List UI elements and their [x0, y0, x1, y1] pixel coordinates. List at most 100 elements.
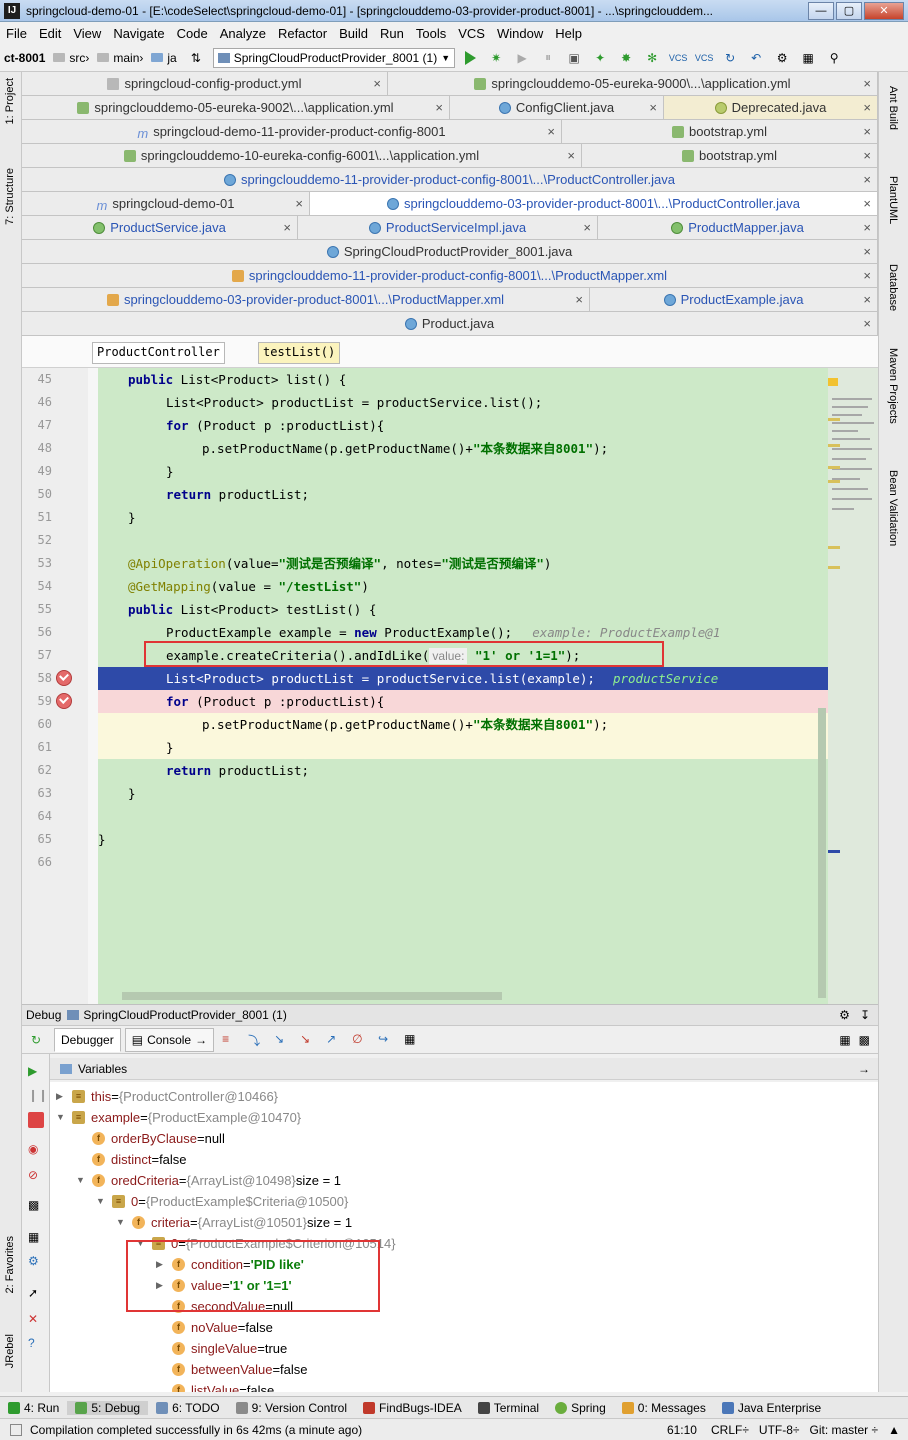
tab-debugger[interactable]: Debugger	[54, 1027, 121, 1052]
close-icon[interactable]: ×	[863, 148, 871, 163]
tab-8001-productcontroller-active[interactable]: springclouddemo-03-provider-product-8001…	[310, 192, 878, 215]
tree-node[interactable]: ▶ ≡ this = {ProductController@10466}	[56, 1086, 278, 1107]
close-icon[interactable]: ×	[295, 196, 303, 211]
close-button[interactable]: ✕	[864, 1, 904, 20]
tool-debug[interactable]: 5: Debug	[67, 1400, 149, 1415]
tool-spring[interactable]: Spring	[547, 1401, 614, 1415]
tool-messages[interactable]: 0: Messages	[614, 1401, 714, 1415]
show-execution-point-icon[interactable]: ≡	[222, 1032, 240, 1048]
close-icon[interactable]: ×	[863, 172, 871, 187]
tree-node[interactable]: f distinct = false	[76, 1149, 187, 1170]
tool-bean-validation[interactable]: Bean Validation	[887, 470, 899, 546]
history-icon[interactable]: ↻	[719, 48, 741, 68]
tab-bootstrap-yml-2[interactable]: bootstrap.yml ×	[582, 144, 878, 167]
close-icon[interactable]: ×	[863, 76, 871, 91]
camera-icon[interactable]: ▩	[28, 1198, 44, 1214]
tool-database[interactable]: Database	[887, 264, 899, 311]
close-icon[interactable]: ×	[283, 220, 291, 235]
menu-view[interactable]: View	[67, 26, 107, 41]
close-icon[interactable]: ×	[863, 124, 871, 139]
tree-node[interactable]: f singleValue = true	[156, 1338, 287, 1359]
menu-refactor[interactable]: Refactor	[272, 26, 333, 41]
evaluate-icon[interactable]: ▦	[404, 1032, 422, 1048]
gear-icon[interactable]: ⚙	[839, 1008, 850, 1022]
close-icon[interactable]: ×	[863, 316, 871, 331]
menu-window[interactable]: Window	[491, 26, 549, 41]
stop-icon[interactable]: ▣	[563, 48, 585, 68]
resume-icon[interactable]: ▶	[28, 1064, 44, 1080]
view-breakpoints-icon[interactable]: ◉	[28, 1142, 44, 1158]
menu-vcs[interactable]: VCS	[452, 26, 491, 41]
sort-icon[interactable]: ⇅	[185, 48, 207, 68]
force-step-into-icon[interactable]: ↘	[300, 1032, 318, 1048]
close-icon[interactable]: ×	[649, 100, 657, 115]
nav-java[interactable]: ja	[147, 51, 180, 65]
tab-springcloud-demo-01[interactable]: m springcloud-demo-01 ×	[22, 192, 310, 215]
close-icon[interactable]: ✕	[28, 1312, 44, 1328]
fold-gutter[interactable]	[88, 368, 98, 1004]
close-icon[interactable]: ×	[435, 100, 443, 115]
line-separator[interactable]: CRLF÷	[711, 1423, 749, 1437]
help-icon[interactable]: ?	[28, 1336, 44, 1352]
settings-icon[interactable]: ⚙	[28, 1254, 44, 1270]
close-icon[interactable]: ×	[863, 268, 871, 283]
menu-help[interactable]: Help	[549, 26, 588, 41]
vcs-update-icon[interactable]: VCS	[667, 48, 689, 68]
tool-structure[interactable]: 7: Structure	[4, 168, 16, 225]
vertical-scrollbar-thumb[interactable]	[818, 708, 826, 998]
vcs-commit-icon[interactable]: VCS	[693, 48, 715, 68]
tool-jrebel[interactable]: JRebel	[4, 1334, 16, 1368]
crumb-productcontroller[interactable]: ProductController	[92, 342, 225, 364]
tab-productserviceimpl-java[interactable]: ProductServiceImpl.java ×	[298, 216, 598, 239]
menu-run[interactable]: Run	[374, 26, 410, 41]
nav-module[interactable]: ct-8001	[0, 51, 49, 65]
step-into-icon[interactable]: ↘	[274, 1032, 292, 1048]
tree-node[interactable]: ▼ f oredCriteria = {ArrayList@10498} size …	[76, 1170, 341, 1191]
coverage-icon[interactable]: ▶	[511, 48, 533, 68]
git-branch[interactable]: Git: master ÷	[810, 1423, 879, 1437]
tree-node[interactable]: ▼ f criteria = {ArrayList@10501} size = 1	[116, 1212, 352, 1233]
tab-eureka-config-6001-application-yml[interactable]: springclouddemo-10-eureka-config-6001\..…	[22, 144, 582, 167]
mute-breakpoints-icon[interactable]: ⊘	[28, 1168, 44, 1184]
drop-frame-icon[interactable]: ∅	[352, 1032, 370, 1048]
file-encoding[interactable]: UTF-8÷	[759, 1423, 800, 1437]
collapse-icon[interactable]: ▼	[96, 1191, 106, 1212]
run-icon[interactable]	[459, 48, 481, 68]
tree-node[interactable]: f betweenValue = false	[156, 1359, 308, 1380]
nav-src[interactable]: src ›	[49, 51, 93, 65]
close-icon[interactable]: ×	[575, 292, 583, 307]
maximize-button[interactable]: ▢	[836, 1, 862, 20]
tree-node[interactable]: ▼ ≡ example = {ProductExample@10470}	[56, 1107, 301, 1128]
close-icon[interactable]: ×	[863, 100, 871, 115]
menu-build[interactable]: Build	[333, 26, 374, 41]
tab-config-8001-productmapper-xml[interactable]: springclouddemo-11-provider-product-conf…	[22, 264, 878, 287]
collapse-icon[interactable]: ▼	[116, 1212, 126, 1233]
stop-icon[interactable]	[28, 1112, 44, 1128]
close-icon[interactable]: ×	[863, 220, 871, 235]
menu-tools[interactable]: Tools	[410, 26, 452, 41]
tab-config-product-yml[interactable]: springcloud-config-product.yml ×	[22, 72, 388, 95]
debug-icon[interactable]: ✷	[485, 48, 507, 68]
close-icon[interactable]: ×	[863, 196, 871, 211]
caret-position[interactable]: 61:10	[667, 1423, 697, 1437]
profile-icon[interactable]: ⏸	[537, 48, 559, 68]
collapse-icon[interactable]: ▼	[76, 1170, 86, 1191]
tree-node[interactable]: f orderByClause = null	[76, 1128, 225, 1149]
run-to-cursor-icon[interactable]: ↪	[378, 1032, 396, 1048]
tree-node[interactable]: ▼ ≡ 0 = {ProductExample$Criteria@10500}	[96, 1191, 348, 1212]
project-structure-icon[interactable]: ▦	[797, 48, 819, 68]
tab-configclient-java[interactable]: ConfigClient.java ×	[450, 96, 664, 119]
restore-layout-icon[interactable]: ▩	[859, 1033, 870, 1047]
tab-springcloudproductprovider-java[interactable]: SpringCloudProductProvider_8001.java ×	[22, 240, 878, 263]
tool-maven-projects[interactable]: Maven Projects	[887, 348, 899, 424]
horizontal-scrollbar-thumb[interactable]	[122, 992, 502, 1000]
menu-file[interactable]: File	[0, 26, 33, 41]
settings-icon[interactable]: ⚙	[771, 48, 793, 68]
search-icon[interactable]: ⚲	[823, 48, 845, 68]
editor-minimap-scrollbar[interactable]	[828, 368, 878, 1004]
tab-console[interactable]: ▤ Console →	[124, 1027, 215, 1052]
menu-navigate[interactable]: Navigate	[107, 26, 170, 41]
layout-icon[interactable]: ▦	[839, 1033, 850, 1047]
minimize-button[interactable]: —	[808, 1, 834, 20]
close-icon[interactable]: ×	[583, 220, 591, 235]
